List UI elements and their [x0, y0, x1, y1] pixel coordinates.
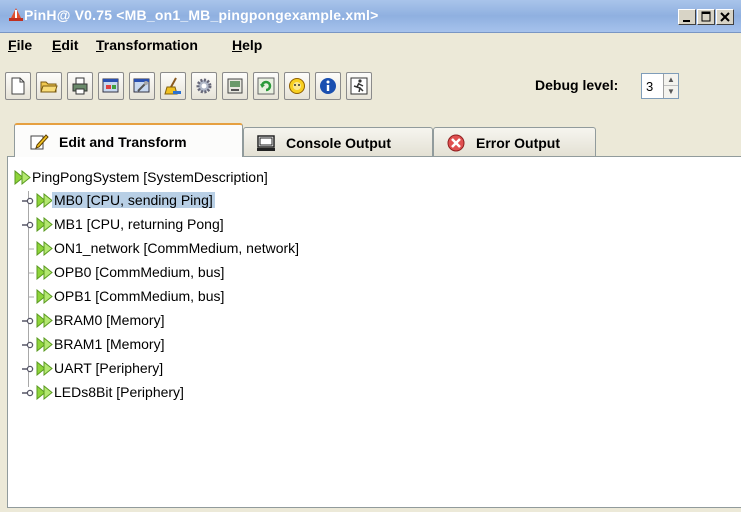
title-bar[interactable]: PinH@ V0.75 <MB_on1_MB_pingpongexample.x…	[0, 0, 741, 33]
menu-file[interactable]: File	[8, 37, 32, 53]
menu-help[interactable]: Help	[232, 37, 262, 53]
spinner-arrows: ▲ ▼	[663, 74, 678, 98]
refresh-icon	[257, 77, 275, 95]
info-icon	[320, 78, 336, 94]
open-icon	[40, 81, 58, 93]
tree-node-label[interactable]: BRAM1 [Memory]	[54, 336, 164, 352]
menu-bar: File Edit Transformation Help	[0, 33, 741, 58]
edit-icon	[30, 134, 49, 150]
expand-handle-icon[interactable]	[22, 341, 34, 349]
minimize-button[interactable]	[678, 9, 696, 25]
leaf-connector-icon	[28, 296, 34, 298]
expand-handle-icon[interactable]	[22, 221, 34, 229]
export-button[interactable]	[222, 72, 248, 100]
close-button[interactable]	[716, 9, 734, 25]
refresh-button[interactable]	[253, 72, 279, 100]
maximize-button[interactable]	[697, 9, 715, 25]
smiley-button[interactable]	[284, 72, 310, 100]
node-arrow-icon	[36, 265, 53, 280]
run-icon	[350, 77, 368, 95]
debug-level-value[interactable]: 3	[646, 79, 653, 94]
print-icon	[72, 77, 88, 95]
tab-console-output[interactable]: Console Output	[243, 127, 433, 157]
new-icon	[11, 77, 25, 95]
run-button[interactable]	[346, 72, 372, 100]
console-icon	[257, 135, 275, 151]
tree-node-label[interactable]: OPB0 [CommMedium, bus]	[54, 264, 224, 280]
tools-icon	[133, 78, 150, 93]
tab-edit-and-transform[interactable]: Edit and Transform	[14, 123, 243, 157]
debug-level-label: Debug level:	[535, 77, 619, 93]
tree-node-label[interactable]: BRAM0 [Memory]	[54, 312, 164, 328]
export-icon	[227, 78, 243, 94]
tab-label: Edit and Transform	[59, 134, 187, 150]
node-arrow-icon	[36, 217, 53, 232]
broom-icon	[164, 77, 181, 95]
settings-button[interactable]	[191, 72, 217, 100]
tree-node-label[interactable]: MB0 [CPU, sending Ping]	[52, 192, 215, 208]
app-icon	[9, 8, 23, 21]
print-button[interactable]	[67, 72, 93, 100]
new-button[interactable]	[5, 72, 31, 100]
tree-node-label[interactable]: LEDs8Bit [Periphery]	[54, 384, 184, 400]
spinner-up-button[interactable]: ▲	[664, 74, 678, 86]
node-arrow-icon	[14, 170, 31, 185]
open-button[interactable]	[36, 72, 62, 100]
tree-node-label[interactable]: OPB1 [CommMedium, bus]	[54, 288, 224, 304]
node-arrow-icon	[36, 241, 53, 256]
leaf-connector-icon	[28, 248, 34, 250]
info-button[interactable]	[315, 72, 341, 100]
gear-icon	[196, 78, 212, 94]
leaf-connector-icon	[28, 272, 34, 274]
tab-label: Error Output	[476, 135, 560, 151]
properties-icon	[102, 78, 119, 93]
smiley-icon	[289, 78, 305, 94]
tree-node-label[interactable]: UART [Periphery]	[54, 360, 163, 376]
debug-level-spinner[interactable]: 3 ▲ ▼	[641, 73, 679, 99]
tree-node-label[interactable]: MB1 [CPU, returning Pong]	[54, 216, 224, 232]
expand-handle-icon[interactable]	[22, 317, 34, 325]
expand-handle-icon[interactable]	[22, 365, 34, 373]
node-arrow-icon	[36, 385, 53, 400]
tree-node-label[interactable]: PingPongSystem [SystemDescription]	[32, 169, 268, 185]
menu-edit[interactable]: Edit	[52, 37, 78, 53]
tab-bar: Edit and Transform Console Output Error …	[0, 123, 741, 157]
properties-button[interactable]	[98, 72, 124, 100]
node-arrow-icon	[36, 337, 53, 352]
node-arrow-icon	[36, 313, 53, 328]
node-arrow-icon	[36, 361, 53, 376]
tools-button[interactable]	[129, 72, 155, 100]
tab-label: Console Output	[286, 135, 391, 151]
tab-error-output[interactable]: Error Output	[433, 127, 596, 157]
expand-handle-icon[interactable]	[22, 389, 34, 397]
expand-handle-icon[interactable]	[22, 197, 34, 205]
window-title: PinH@ V0.75 <MB_on1_MB_pingpongexample.x…	[24, 7, 379, 23]
node-arrow-icon	[36, 289, 53, 304]
clean-button[interactable]	[160, 72, 186, 100]
error-icon	[447, 134, 465, 152]
spinner-down-button[interactable]: ▼	[664, 86, 678, 97]
toolbar: Debug level: 3 ▲ ▼	[0, 72, 741, 110]
tree-panel[interactable]: PingPongSystem [SystemDescription] MB0 […	[7, 156, 741, 508]
menu-transformation[interactable]: Transformation	[96, 37, 198, 53]
tree-node-label[interactable]: ON1_network [CommMedium, network]	[54, 240, 299, 256]
